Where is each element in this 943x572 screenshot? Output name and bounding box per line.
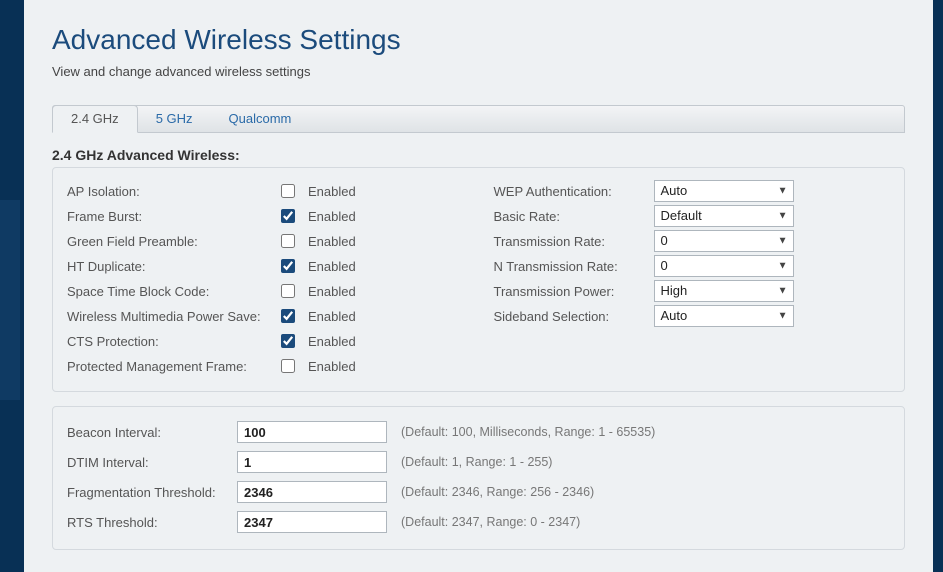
label-frag-threshold: Fragmentation Threshold: [67, 485, 237, 500]
label-rts-threshold: RTS Threshold: [67, 515, 237, 530]
checkbox-frame-burst[interactable] [281, 209, 295, 223]
enabled-label: Enabled [308, 209, 356, 224]
label-sideband-selection: Sideband Selection: [494, 309, 654, 324]
checkbox-green-field[interactable] [281, 234, 295, 248]
page-title: Advanced Wireless Settings [52, 24, 905, 56]
hint-beacon-interval: (Default: 100, Milliseconds, Range: 1 - … [401, 425, 655, 439]
checkbox-wmm-power-save[interactable] [281, 309, 295, 323]
enabled-label: Enabled [308, 234, 356, 249]
side-decor [0, 200, 20, 400]
label-transmission-rate: Transmission Rate: [494, 234, 654, 249]
label-transmission-power: Transmission Power: [494, 284, 654, 299]
label-green-field: Green Field Preamble: [67, 234, 277, 249]
enabled-label: Enabled [308, 309, 356, 324]
tab-5ghz[interactable]: 5 GHz [138, 106, 211, 132]
input-frag-threshold[interactable] [237, 481, 387, 503]
checkbox-stbc[interactable] [281, 284, 295, 298]
enabled-label: Enabled [308, 259, 356, 274]
numeric-section: Beacon Interval: (Default: 100, Millisec… [52, 406, 905, 550]
label-wmm-power-save: Wireless Multimedia Power Save: [67, 309, 277, 324]
label-frame-burst: Frame Burst: [67, 209, 277, 224]
label-pmf: Protected Management Frame: [67, 359, 277, 374]
select-wep-auth[interactable]: Auto [654, 180, 794, 202]
tab-qualcomm[interactable]: Qualcomm [211, 106, 310, 132]
select-n-transmission-rate[interactable]: 0 [654, 255, 794, 277]
enabled-label: Enabled [308, 334, 356, 349]
checkbox-ap-isolation[interactable] [281, 184, 295, 198]
checkbox-dropdown-section: AP Isolation: Enabled Frame Burst: Enabl… [52, 167, 905, 392]
label-dtim-interval: DTIM Interval: [67, 455, 237, 470]
select-transmission-rate[interactable]: 0 [654, 230, 794, 252]
input-rts-threshold[interactable] [237, 511, 387, 533]
page-subtitle: View and change advanced wireless settin… [52, 64, 905, 79]
hint-rts-threshold: (Default: 2347, Range: 0 - 2347) [401, 515, 580, 529]
label-ht-duplicate: HT Duplicate: [67, 259, 277, 274]
label-beacon-interval: Beacon Interval: [67, 425, 237, 440]
input-dtim-interval[interactable] [237, 451, 387, 473]
hint-frag-threshold: (Default: 2346, Range: 256 - 2346) [401, 485, 594, 499]
label-stbc: Space Time Block Code: [67, 284, 277, 299]
checkbox-cts-protection[interactable] [281, 334, 295, 348]
left-column: AP Isolation: Enabled Frame Burst: Enabl… [67, 178, 464, 379]
enabled-label: Enabled [308, 284, 356, 299]
checkbox-pmf[interactable] [281, 359, 295, 373]
label-n-transmission-rate: N Transmission Rate: [494, 259, 654, 274]
tab-2-4ghz[interactable]: 2.4 GHz [52, 105, 138, 133]
checkbox-ht-duplicate[interactable] [281, 259, 295, 273]
select-sideband-selection[interactable]: Auto [654, 305, 794, 327]
label-wep-auth: WEP Authentication: [494, 184, 654, 199]
enabled-label: Enabled [308, 184, 356, 199]
hint-dtim-interval: (Default: 1, Range: 1 - 255) [401, 455, 552, 469]
select-transmission-power[interactable]: High [654, 280, 794, 302]
label-basic-rate: Basic Rate: [494, 209, 654, 224]
label-ap-isolation: AP Isolation: [67, 184, 277, 199]
tab-bar: 2.4 GHz5 GHzQualcomm [52, 105, 905, 133]
enabled-label: Enabled [308, 359, 356, 374]
input-beacon-interval[interactable] [237, 421, 387, 443]
select-basic-rate[interactable]: Default [654, 205, 794, 227]
content-panel: Advanced Wireless Settings View and chan… [24, 0, 933, 572]
label-cts-protection: CTS Protection: [67, 334, 277, 349]
section-title: 2.4 GHz Advanced Wireless: [52, 147, 905, 163]
right-column: WEP Authentication: Auto ▼ Basic Rate: D… [494, 178, 891, 379]
